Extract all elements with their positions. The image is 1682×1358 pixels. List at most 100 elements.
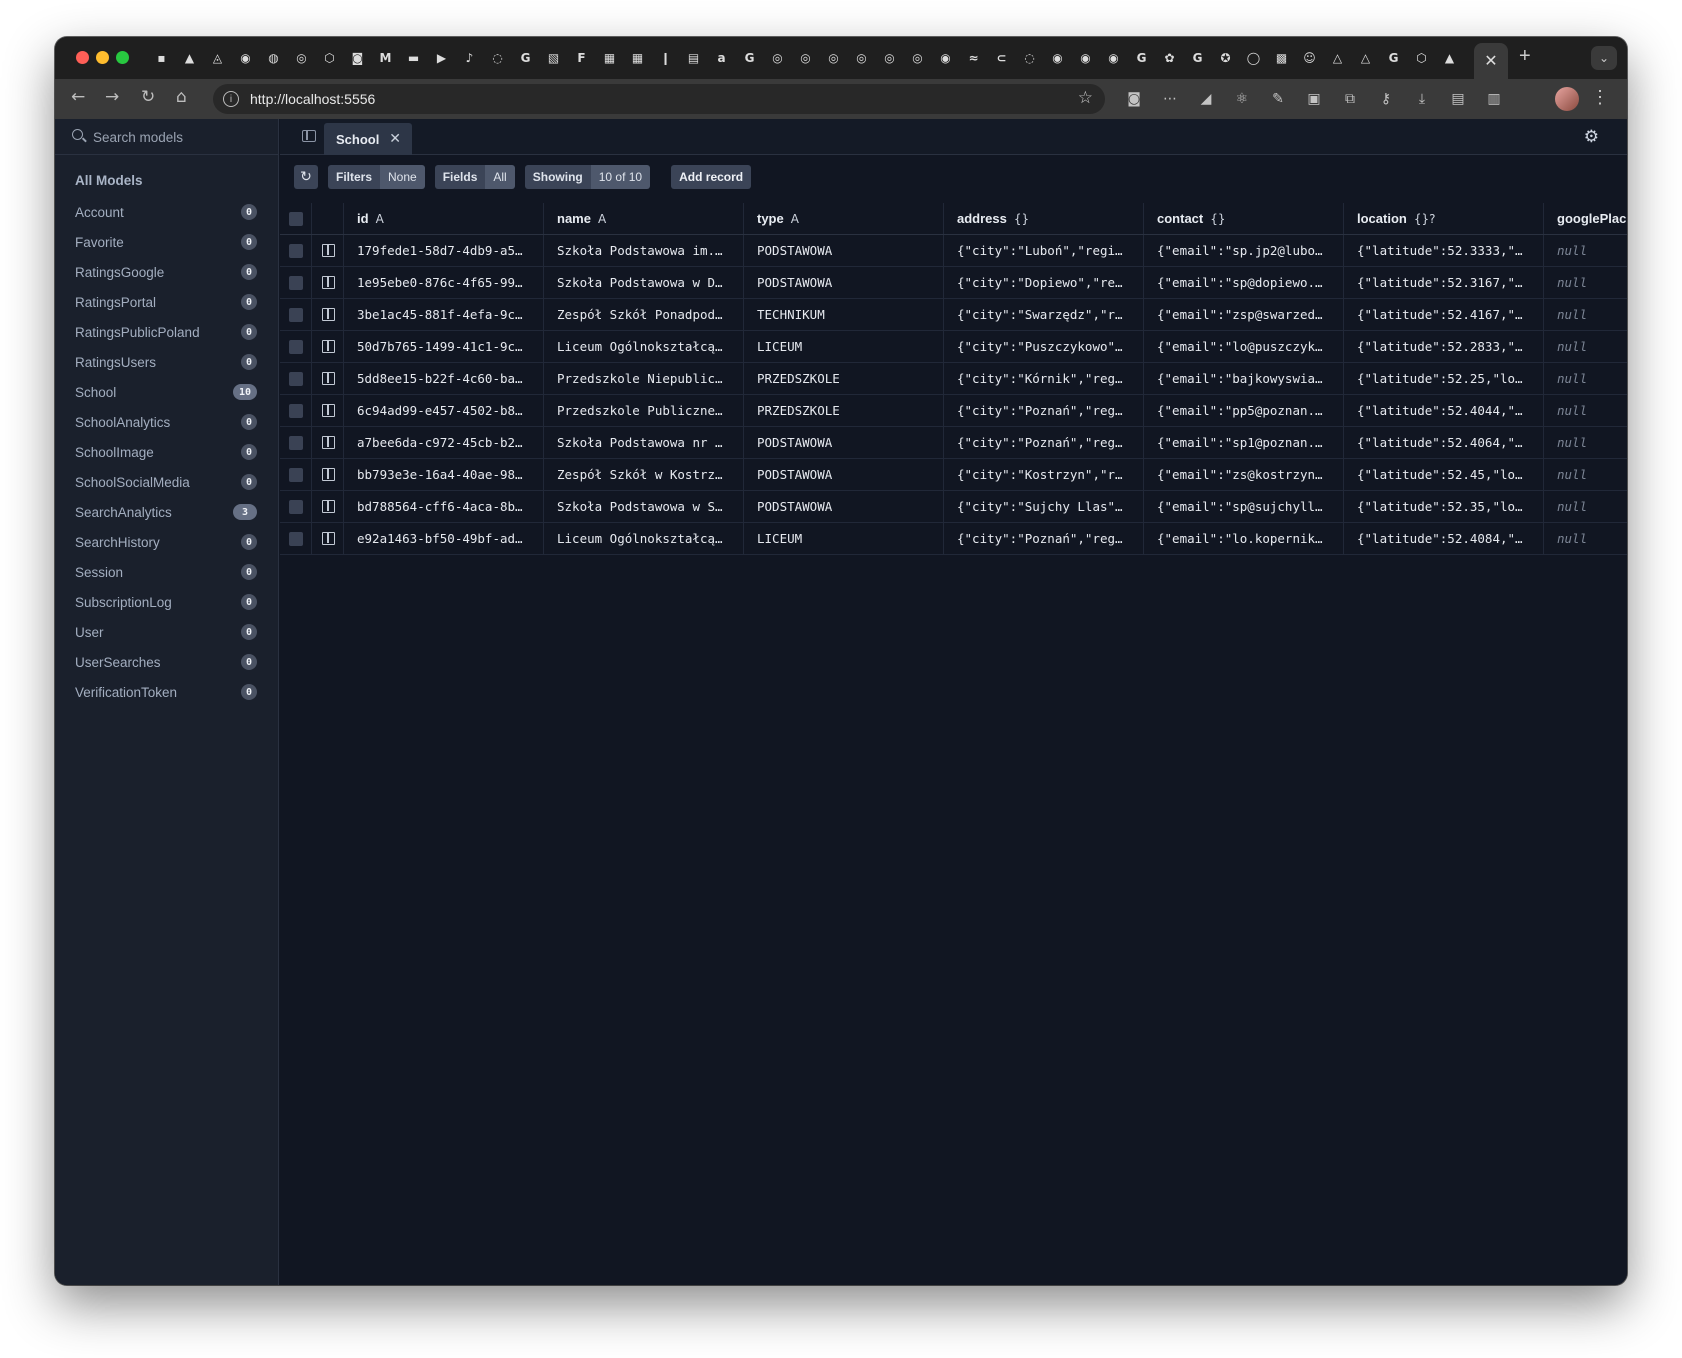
sidebar-item-user[interactable]: User 0 [55, 617, 279, 647]
add-record-button[interactable]: Add record [671, 165, 752, 189]
table-cell[interactable]: bd788564-cff6-4aca-8b… [344, 491, 544, 522]
table-cell[interactable]: Liceum Ogólnokształcą… [544, 331, 744, 362]
filters-button[interactable]: Filters None [328, 165, 425, 189]
row-checkbox[interactable] [289, 403, 303, 418]
pinned-tab-icon[interactable]: ◉ [1102, 46, 1125, 69]
table-cell[interactable]: {"city":"Kostrzyn","r… [944, 459, 1144, 490]
table-cell[interactable]: {"email":"lo@puszczyk… [1144, 331, 1344, 362]
table-row[interactable]: a7bee6da-c972-45cb-b2… Szkoła Podstawowa … [280, 427, 1627, 459]
open-record-icon[interactable] [322, 308, 335, 321]
table-cell[interactable]: {"email":"sp@dopiewo.… [1144, 267, 1344, 298]
table-cell[interactable]: PODSTAWOWA [744, 491, 944, 522]
sidebar-item-ratingspublicpoland[interactable]: RatingsPublicPoland 0 [55, 317, 279, 347]
pinned-tab-icon[interactable]: ❙ [654, 46, 677, 69]
extension-icon[interactable]: ▥ [1483, 89, 1505, 109]
pinned-tab-icon[interactable]: ◌ [486, 46, 509, 69]
table-cell[interactable]: PODSTAWOWA [744, 427, 944, 458]
table-cell[interactable]: {"city":"Luboń","regi… [944, 235, 1144, 266]
open-record-icon[interactable] [322, 276, 335, 289]
sidebar-item-usersearches[interactable]: UserSearches 0 [55, 647, 279, 677]
table-cell[interactable]: null [1544, 299, 1627, 330]
pinned-tab-icon[interactable]: ◉ [1046, 46, 1069, 69]
back-button[interactable]: ← [71, 87, 85, 107]
pinned-tab-icon[interactable]: ▪ [150, 46, 173, 69]
extension-icon[interactable]: ◙ [1123, 89, 1145, 109]
extension-icon[interactable]: ⤓ [1411, 89, 1433, 109]
pinned-tab-icon[interactable]: ◙ [346, 46, 369, 69]
row-checkbox[interactable] [289, 435, 303, 450]
table-cell[interactable]: {"city":"Poznań","reg… [944, 395, 1144, 426]
maximize-window-button[interactable] [116, 51, 129, 64]
tab-close-icon[interactable]: ✕ [1484, 51, 1497, 71]
table-row[interactable]: 5dd8ee15-b22f-4c60-ba… Przedszkole Niepub… [280, 363, 1627, 395]
table-cell[interactable]: {"email":"sp1@poznan.… [1144, 427, 1344, 458]
table-cell[interactable]: null [1544, 331, 1627, 362]
pinned-tab-icon[interactable]: G [738, 46, 761, 69]
pinned-tab-icon[interactable]: ▤ [682, 46, 705, 69]
table-cell[interactable]: Przedszkole Niepublic… [544, 363, 744, 394]
table-row[interactable]: 6c94ad99-e457-4502-b8… Przedszkole Public… [280, 395, 1627, 427]
new-tab-button[interactable]: + [1519, 45, 1531, 68]
pinned-tab-icon[interactable]: ◯ [1242, 46, 1265, 69]
pinned-tab-icon[interactable]: ◉ [234, 46, 257, 69]
table-cell[interactable]: null [1544, 491, 1627, 522]
open-record-icon[interactable] [322, 500, 335, 513]
extension-icon[interactable]: ▤ [1447, 89, 1469, 109]
sidebar-item-schoolanalytics[interactable]: SchoolAnalytics 0 [55, 407, 279, 437]
extension-icon[interactable]: ⋯ [1159, 89, 1181, 109]
pinned-tab-icon[interactable]: ✪ [1214, 46, 1237, 69]
sidebar-item-school[interactable]: School 10 [55, 377, 279, 407]
column-header-address[interactable]: address {} [944, 203, 1144, 234]
sidebar-item-session[interactable]: Session 0 [55, 557, 279, 587]
pinned-tab-icon[interactable]: G [514, 46, 537, 69]
pinned-tab-icon[interactable]: G [1382, 46, 1405, 69]
gear-icon[interactable]: ⚙ [1584, 127, 1599, 147]
table-cell[interactable]: null [1544, 235, 1627, 266]
row-checkbox[interactable] [289, 275, 303, 290]
sidebar-item-ratingsusers[interactable]: RatingsUsers 0 [55, 347, 279, 377]
table-cell[interactable]: Liceum Ogólnokształcą… [544, 523, 744, 554]
open-record-icon[interactable] [322, 436, 335, 449]
table-cell[interactable]: {"latitude":52.4064,"… [1344, 427, 1544, 458]
table-cell[interactable]: {"email":"sp.jp2@lubo… [1144, 235, 1344, 266]
pinned-tab-icon[interactable]: ◌ [1018, 46, 1041, 69]
open-record-icon[interactable] [322, 468, 335, 481]
row-checkbox[interactable] [289, 339, 303, 354]
sidebar-item-subscriptionlog[interactable]: SubscriptionLog 0 [55, 587, 279, 617]
table-cell[interactable]: Szkoła Podstawowa w D… [544, 267, 744, 298]
profile-avatar[interactable] [1555, 87, 1579, 111]
table-cell[interactable]: 3be1ac45-881f-4efa-9c… [344, 299, 544, 330]
pinned-tab-icon[interactable]: ▦ [598, 46, 621, 69]
sidebar-item-ratingsgoogle[interactable]: RatingsGoogle 0 [55, 257, 279, 287]
pinned-tab-icon[interactable]: △ [1326, 46, 1349, 69]
table-cell[interactable]: null [1544, 363, 1627, 394]
table-cell[interactable]: {"latitude":52.4044,"… [1344, 395, 1544, 426]
table-cell[interactable]: null [1544, 459, 1627, 490]
table-cell[interactable]: a7bee6da-c972-45cb-b2… [344, 427, 544, 458]
table-cell[interactable]: {"email":"zs@kostrzyn… [1144, 459, 1344, 490]
table-cell[interactable]: bb793e3e-16a4-40ae-98… [344, 459, 544, 490]
column-header-googlePlac[interactable]: googlePlac [1544, 203, 1627, 234]
browser-menu-button[interactable]: ⋮ [1591, 87, 1609, 108]
table-cell[interactable]: {"latitude":52.4167,"… [1344, 299, 1544, 330]
table-cell[interactable]: null [1544, 523, 1627, 554]
row-checkbox[interactable] [289, 499, 303, 514]
tab-school[interactable]: School ✕ [324, 123, 412, 155]
table-cell[interactable]: Przedszkole Publiczne… [544, 395, 744, 426]
table-cell[interactable]: {"email":"pp5@poznan.… [1144, 395, 1344, 426]
column-header-id[interactable]: id A [344, 203, 544, 234]
sidebar-item-searchanalytics[interactable]: SearchAnalytics 3 [55, 497, 279, 527]
table-cell[interactable]: e92a1463-bf50-49bf-ad… [344, 523, 544, 554]
table-cell[interactable]: {"city":"Swarzędz","r… [944, 299, 1144, 330]
table-cell[interactable]: {"latitude":52.45,"lo… [1344, 459, 1544, 490]
table-row[interactable]: 1e95ebe0-876c-4f65-99… Szkoła Podstawowa … [280, 267, 1627, 299]
refresh-button[interactable]: ↻ [294, 165, 318, 189]
table-cell[interactable]: {"email":"lo.kopernik… [1144, 523, 1344, 554]
pinned-tab-icon[interactable]: ▬ [402, 46, 425, 69]
table-cell[interactable]: PODSTAWOWA [744, 267, 944, 298]
table-cell[interactable]: Szkoła Podstawowa im.… [544, 235, 744, 266]
table-cell[interactable]: {"city":"Kórnik","reg… [944, 363, 1144, 394]
table-cell[interactable]: LICEUM [744, 523, 944, 554]
table-cell[interactable]: PODSTAWOWA [744, 459, 944, 490]
table-cell[interactable]: 6c94ad99-e457-4502-b8… [344, 395, 544, 426]
